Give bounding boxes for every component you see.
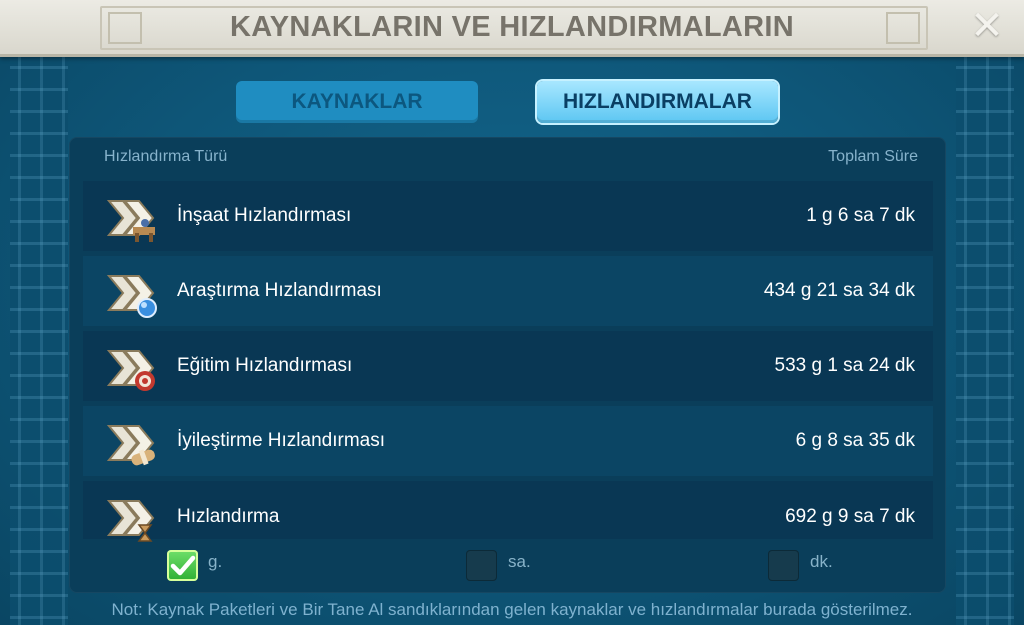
greek-key-border-left <box>10 56 68 625</box>
row-name: İyileştirme Hızlandırması <box>177 430 385 451</box>
hours-checkbox[interactable] <box>466 550 497 581</box>
row-name: Eğitim Hızlandırması <box>177 355 353 376</box>
hours-label: sa. <box>508 552 531 571</box>
table-row: Hızlandırma 692 g 9 sa 7 dk <box>83 481 933 542</box>
row-name: İnşaat Hızlandırması <box>177 205 352 226</box>
table-row: Eğitim Hızlandırması 533 g 1 sa 24 dk <box>83 331 933 401</box>
research-speedup-icon <box>106 275 157 318</box>
table-row: İnşaat Hızlandırması 1 g 6 sa 7 dk <box>83 181 933 251</box>
tab-resources[interactable]: KAYNAKLAR <box>236 81 478 123</box>
row-name: Hızlandırma <box>177 506 280 527</box>
training-speedup-icon <box>106 350 155 391</box>
row-total: 692 g 9 sa 7 dk <box>785 506 915 527</box>
row-total: 6 g 8 sa 35 dk <box>795 430 915 451</box>
row-name: Araştırma Hızlandırması <box>177 280 382 301</box>
column-header-type: Hızlandırma Türü <box>104 148 228 165</box>
table-row: Araştırma Hızlandırması 434 g 21 sa 34 d… <box>83 256 933 326</box>
checkmark-icon <box>170 555 196 576</box>
tab-speedups[interactable]: HIZLANDIRMALAR <box>537 81 778 123</box>
row-total: 533 g 1 sa 24 dk <box>774 355 916 376</box>
footer-note: Not: Kaynak Paketleri ve Bir Tane Al san… <box>111 600 913 619</box>
window-title: KAYNAKLARIN VE HIZLANDIRMALARIN <box>229 11 795 43</box>
close-icon[interactable]: ✕ <box>968 6 1006 46</box>
minutes-checkbox[interactable] <box>768 550 799 581</box>
row-total: 434 g 21 sa 34 dk <box>763 280 915 301</box>
table-row: İyileştirme Hızlandırması 6 g 8 sa 35 dk <box>83 406 933 476</box>
days-checkbox[interactable] <box>167 550 198 581</box>
healing-speedup-icon <box>106 425 155 466</box>
days-label: g. <box>208 552 223 571</box>
greek-key-border-right <box>956 56 1014 625</box>
universal-speedup-icon <box>106 500 155 542</box>
column-header-total: Toplam Süre <box>828 148 918 165</box>
construction-speedup-icon <box>106 200 155 242</box>
row-total: 1 g 6 sa 7 dk <box>806 205 915 226</box>
minutes-label: dk. <box>810 552 833 571</box>
title-bar: KAYNAKLARIN VE HIZLANDIRMALARIN ✕ <box>0 0 1024 57</box>
